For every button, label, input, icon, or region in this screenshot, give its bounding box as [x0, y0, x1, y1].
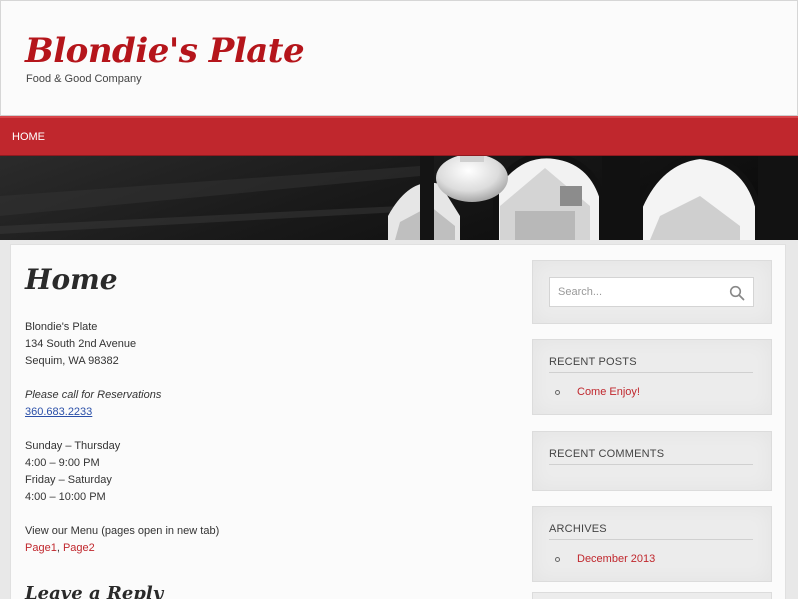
hours-block: Sunday – Thursday 4:00 – 9:00 PM Friday … [25, 438, 505, 506]
recent-post-item[interactable]: Come Enjoy! [549, 384, 640, 401]
menu-page1-link[interactable]: Page1 [25, 542, 57, 554]
archive-link[interactable]: December 2013 [577, 553, 655, 565]
archives-list: December 2013 [549, 551, 655, 568]
search-input[interactable] [550, 278, 730, 306]
search-icon[interactable] [729, 285, 745, 301]
search-form [549, 277, 754, 307]
menu-note: View our Menu (pages open in new tab) [25, 525, 220, 537]
widget-title: RECENT POSTS [549, 356, 753, 373]
address-line: 134 South 2nd Avenue [25, 338, 137, 350]
site-tagline: Food & Good Company [26, 73, 142, 85]
site-title[interactable]: Blondie's Plate [25, 31, 305, 71]
recent-posts-widget: RECENT POSTS Come Enjoy! [532, 339, 772, 415]
hours-line: 4:00 – 10:00 PM [25, 491, 106, 503]
reservation-block: Please call for Reservations 360.683.223… [25, 387, 505, 421]
search-widget [532, 260, 772, 324]
page-content: Blondie's Plate 134 South 2nd Avenue Seq… [25, 319, 505, 574]
leave-reply-heading: Leave a Reply [25, 583, 164, 599]
next-widget-edge [532, 592, 772, 599]
hours-line: 4:00 – 9:00 PM [25, 457, 100, 469]
nav-item-home[interactable]: HOME [12, 131, 45, 143]
reservation-note: Please call for Reservations [25, 389, 162, 401]
banner-photo [0, 156, 798, 240]
page-title: Home [25, 263, 118, 296]
phone-link[interactable]: 360.683.2233 [25, 406, 92, 418]
archives-widget: ARCHIVES December 2013 [532, 506, 772, 582]
main-navigation: HOME [0, 116, 798, 156]
address-line: Blondie's Plate [25, 321, 98, 333]
recent-comments-widget: RECENT COMMENTS [532, 431, 772, 491]
hours-line: Sunday – Thursday [25, 440, 121, 452]
archive-item[interactable]: December 2013 [549, 551, 655, 568]
list-bullet-icon [555, 390, 560, 395]
widget-title: RECENT COMMENTS [549, 448, 753, 465]
menu-page2-link[interactable]: Page2 [63, 542, 95, 554]
header-banner-image [0, 156, 798, 240]
recent-posts-list: Come Enjoy! [549, 384, 640, 401]
recent-post-link[interactable]: Come Enjoy! [577, 386, 640, 398]
site-header: Blondie's Plate Food & Good Company [0, 0, 798, 116]
address-line: Sequim, WA 98382 [25, 355, 119, 367]
menu-block: View our Menu (pages open in new tab) Pa… [25, 523, 505, 557]
widget-title: ARCHIVES [549, 523, 753, 540]
hours-line: Friday – Saturday [25, 474, 112, 486]
address-block: Blondie's Plate 134 South 2nd Avenue Seq… [25, 319, 505, 370]
list-bullet-icon [555, 557, 560, 562]
